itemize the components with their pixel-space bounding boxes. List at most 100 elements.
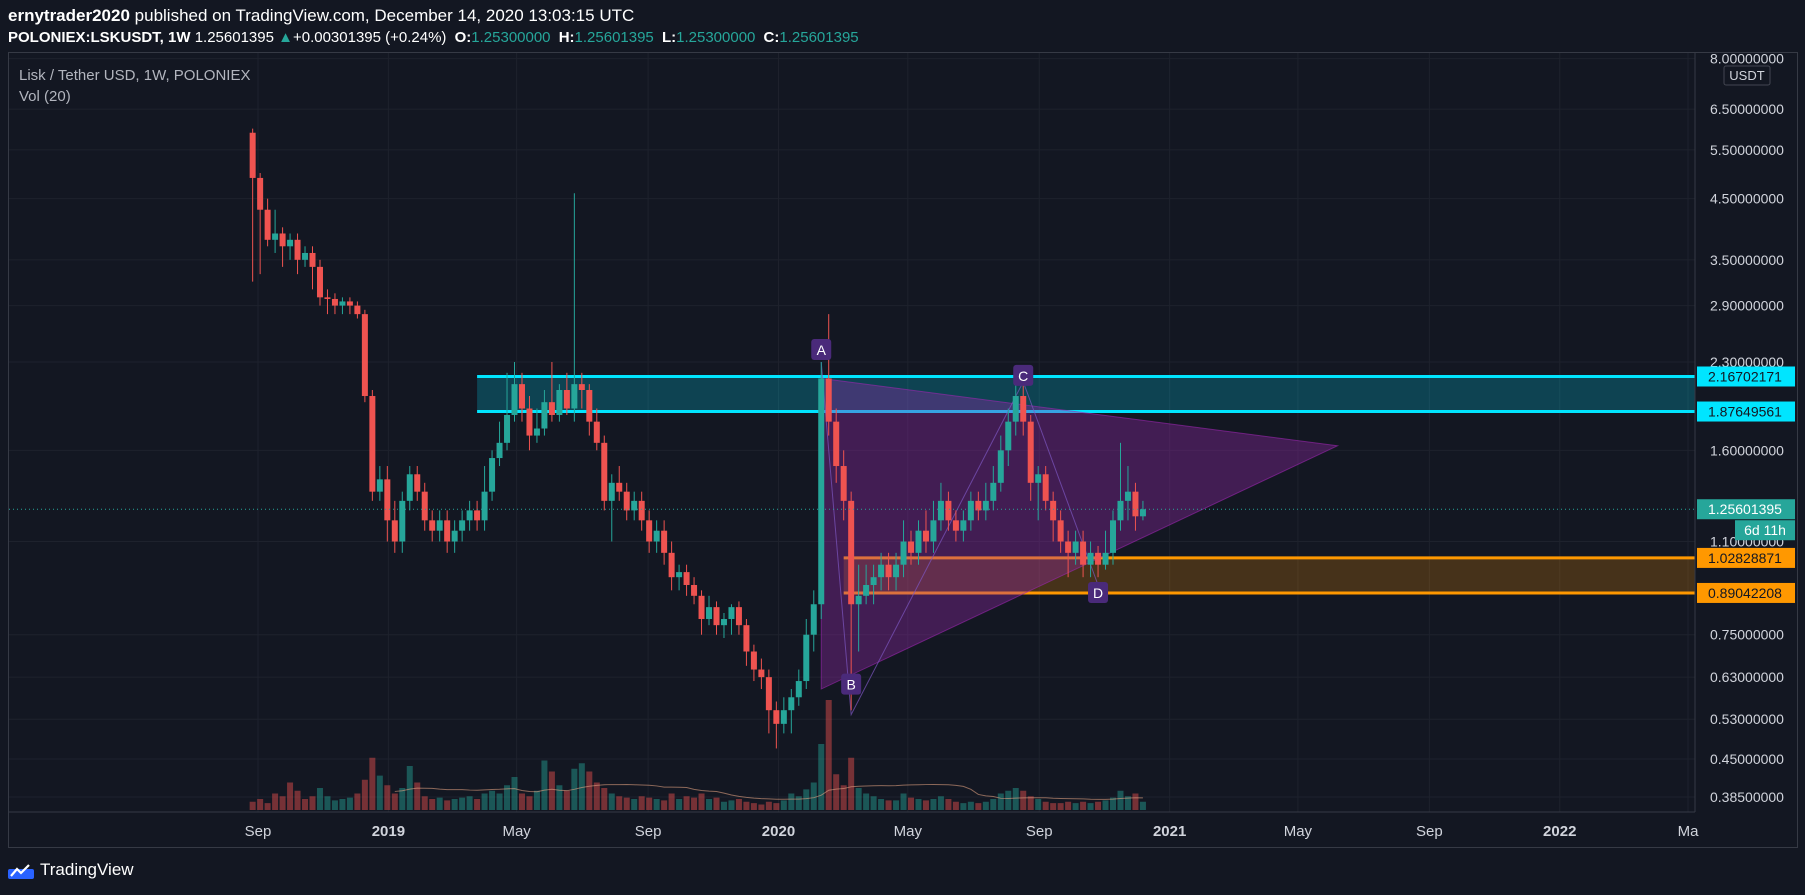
candle-body	[720, 619, 727, 626]
candle-body	[339, 301, 346, 306]
candle-body	[294, 239, 301, 260]
price-tag: 1.25601395	[1708, 501, 1782, 517]
volume-bar	[272, 793, 279, 810]
candle-body	[474, 510, 481, 521]
candle-body	[638, 500, 645, 521]
volume-bar	[264, 803, 271, 810]
candle	[496, 421, 503, 467]
candle	[646, 510, 653, 553]
volume-bar	[668, 793, 675, 810]
volume-bar	[287, 782, 294, 810]
volume-bar	[279, 796, 286, 810]
volume-bar	[608, 793, 615, 810]
volume-bar	[556, 785, 563, 810]
candle	[421, 482, 428, 531]
candle-body	[750, 651, 757, 670]
candle-body	[593, 421, 600, 443]
candle	[309, 246, 316, 290]
candle	[758, 658, 765, 690]
candle-body	[1087, 552, 1094, 565]
volume-bar	[788, 793, 795, 810]
candle-body	[249, 132, 256, 178]
pattern-point-C: C	[1018, 368, 1028, 384]
candle-body	[818, 378, 825, 605]
candle-body	[1110, 520, 1117, 553]
candle-body	[713, 607, 720, 626]
candle-body	[848, 500, 855, 605]
volume-bar	[1050, 803, 1057, 810]
candle	[593, 408, 600, 451]
volume-bar	[459, 797, 466, 810]
candle-body	[444, 520, 451, 542]
candle-body	[272, 233, 279, 240]
candle-body	[668, 552, 675, 578]
volume-bar	[1012, 788, 1019, 810]
candle	[788, 689, 795, 734]
x-tick-label: Sep	[635, 823, 662, 840]
volume-bar	[533, 790, 540, 810]
volume-bar	[511, 777, 518, 810]
candle	[698, 590, 705, 635]
price-tag: 1.02828871	[1708, 550, 1782, 566]
candle-body	[421, 491, 428, 521]
volume-bar	[1132, 793, 1139, 810]
candle	[361, 309, 368, 403]
candle-body	[1080, 541, 1087, 565]
volume-bar	[548, 771, 555, 810]
y-tick-label: 0.53000000	[1710, 711, 1784, 727]
volume-bar	[720, 801, 727, 810]
candle-body	[533, 428, 540, 436]
candle-body	[1042, 474, 1049, 501]
volume-bar	[526, 796, 533, 810]
candle-body	[1117, 500, 1124, 521]
candle-body	[571, 384, 578, 409]
candle	[683, 564, 690, 596]
zone-box-0	[477, 376, 1695, 412]
volume-bar	[818, 744, 825, 810]
candle-body	[1139, 509, 1146, 517]
x-tick-label: Sep	[245, 823, 272, 840]
volume-bar	[309, 796, 316, 810]
candle	[728, 604, 735, 635]
candle-body	[743, 625, 750, 652]
candle-body	[481, 491, 488, 521]
candle-body	[676, 572, 683, 578]
volume-bar	[1057, 803, 1064, 810]
volume-bar	[833, 774, 840, 810]
candle-body	[436, 520, 443, 531]
candle	[474, 500, 481, 531]
candle	[631, 491, 638, 521]
candle	[481, 466, 488, 531]
volume-bar	[444, 800, 451, 810]
candle	[294, 233, 301, 275]
candle-body	[257, 177, 264, 210]
x-tick-label: May	[1284, 823, 1313, 840]
volume-bar	[616, 796, 623, 810]
volume-bar	[1102, 800, 1109, 810]
candle	[825, 314, 832, 436]
candle-body	[900, 541, 907, 565]
candle-body	[885, 564, 892, 578]
candle-body	[616, 482, 623, 492]
volume-bar	[825, 700, 832, 810]
candle-body	[773, 710, 780, 724]
volume-bar	[601, 788, 608, 810]
volume-bar	[893, 800, 900, 810]
candle	[803, 619, 810, 690]
countdown-label: 6d 11h	[1744, 522, 1786, 538]
candle-body	[414, 474, 421, 492]
candle	[750, 644, 757, 682]
candle	[316, 259, 323, 306]
volume-bar	[676, 799, 683, 810]
candle-body	[631, 500, 638, 511]
volume-bar	[316, 788, 323, 810]
candle-body	[279, 233, 286, 247]
candle-body	[1132, 491, 1139, 517]
candle	[466, 500, 473, 531]
candle	[743, 619, 750, 666]
price-chart[interactable]: A B C D 8.00000000 6.50000000 5.50000000 4.5000…	[0, 0, 1805, 848]
tradingview-brand[interactable]: TradingView	[8, 860, 134, 880]
volume-bar	[421, 796, 428, 810]
volume-bar	[863, 793, 870, 810]
candle	[399, 491, 406, 553]
